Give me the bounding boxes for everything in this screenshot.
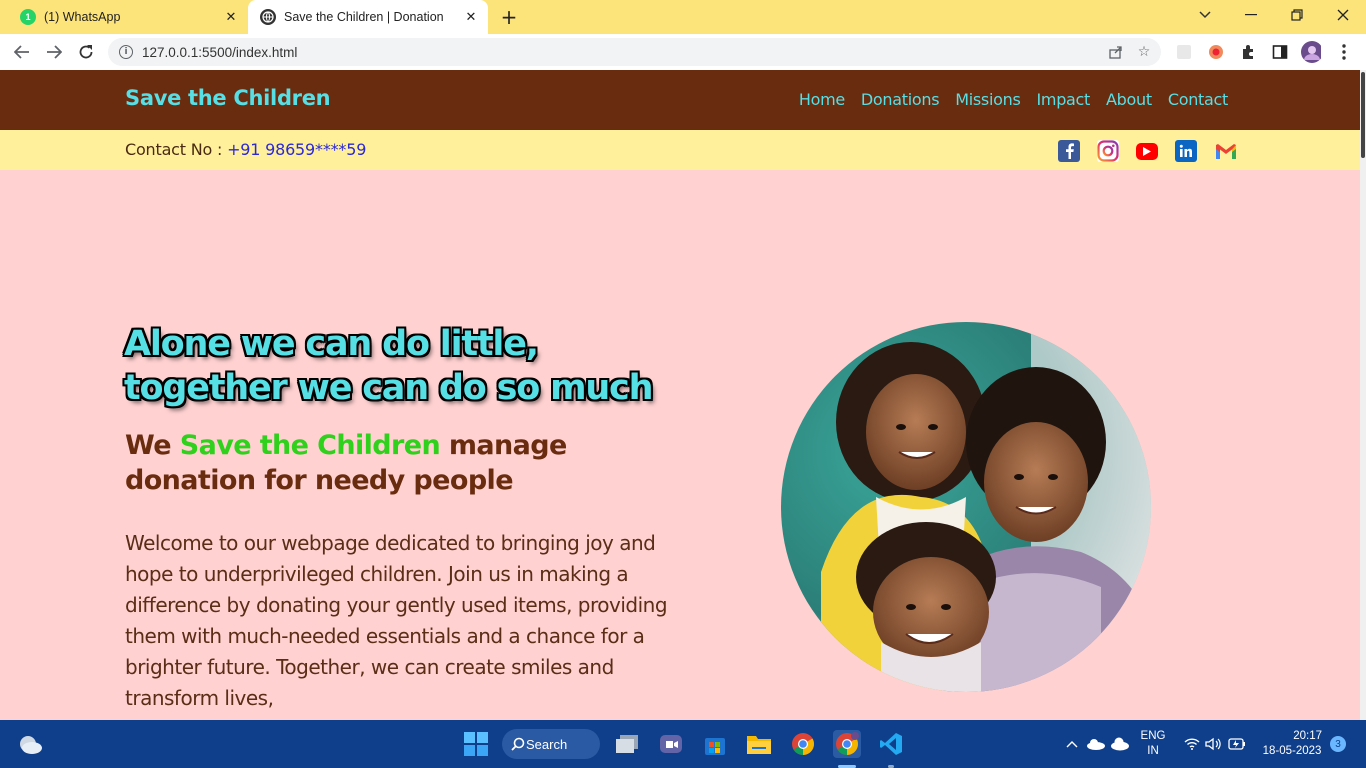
windows-start-icon[interactable] (462, 730, 490, 758)
search-icon (511, 737, 525, 751)
language-bottom: IN (1147, 745, 1159, 757)
tab-title: Save the Children | Donation (284, 10, 444, 24)
nav-impact[interactable]: Impact (1036, 90, 1090, 109)
battery-icon[interactable] (1223, 730, 1251, 758)
hero-sub-highlight: Save the Children (179, 430, 441, 461)
gmail-icon[interactable] (1215, 140, 1237, 162)
taskbar-search-label: Search (526, 736, 568, 752)
youtube-icon[interactable] (1136, 143, 1158, 160)
reload-icon[interactable] (74, 40, 98, 64)
nav-missions[interactable]: Missions (955, 90, 1021, 109)
language-indicator[interactable]: ENG IN (1138, 729, 1168, 759)
clock-date: 18-05-2023 (1262, 745, 1322, 757)
site-brand-logo[interactable]: Save the Children (125, 86, 331, 110)
page-scrollbar[interactable] (1360, 70, 1366, 720)
extension-record-icon[interactable] (1206, 42, 1226, 62)
extension-icon[interactable] (1174, 42, 1194, 62)
notification-badge[interactable]: 3 (1330, 736, 1346, 752)
whatsapp-icon: 1 (20, 9, 36, 25)
hero-title-line-2: together we can do so much (124, 368, 654, 408)
nav-home[interactable]: Home (799, 90, 845, 109)
back-arrow-icon[interactable] (10, 40, 34, 64)
share-icon[interactable] (1105, 41, 1127, 63)
site-header: Save the Children Home Donations Mission… (0, 70, 1360, 130)
contact-bar: Contact No : +91 98659****59 (0, 130, 1360, 170)
windows-taskbar: Search ENG IN 20:17 18-05-2023 (0, 720, 1366, 768)
url-text: 127.0.0.1:5500/index.html (142, 44, 298, 60)
file-explorer-icon[interactable] (745, 730, 773, 758)
nav-donations[interactable]: Donations (861, 90, 940, 109)
facebook-icon[interactable] (1058, 140, 1080, 162)
tab-search-chevron-icon[interactable] (1182, 0, 1228, 30)
hero-description: Welcome to our webpage dedicated to brin… (125, 531, 668, 710)
vscode-icon[interactable] (877, 730, 905, 758)
bookmark-star-icon[interactable]: ☆ (1133, 41, 1155, 63)
hero-sub-pre: We (125, 430, 180, 461)
globe-icon (260, 9, 276, 25)
new-tab-plus-icon[interactable]: + (497, 5, 521, 29)
nav-contact[interactable]: Contact (1168, 90, 1228, 109)
close-icon[interactable]: ✕ (220, 6, 242, 28)
taskbar-search[interactable]: Search (502, 729, 600, 759)
language-top: ENG (1140, 730, 1166, 742)
restore-icon[interactable] (1274, 0, 1320, 30)
contact-label: Contact No : (125, 140, 228, 159)
site-info-icon[interactable]: i (119, 45, 133, 59)
hero-title-line-1: Alone we can do little, (124, 324, 539, 364)
contact-phone-link[interactable]: +91 98659****59 (227, 140, 366, 159)
minimize-icon[interactable] (1228, 0, 1274, 30)
microsoft-store-icon[interactable] (701, 730, 729, 758)
chrome-profile-icon[interactable] (833, 730, 861, 758)
task-view-icon[interactable] (613, 730, 641, 758)
chrome-icon[interactable] (789, 730, 817, 758)
instagram-icon[interactable] (1097, 140, 1119, 162)
teams-meet-icon[interactable] (657, 730, 685, 758)
clock-time: 20:17 (1293, 730, 1322, 742)
forward-arrow-icon[interactable] (42, 40, 66, 64)
close-window-icon[interactable] (1320, 0, 1366, 30)
tab-whatsapp[interactable]: 1 (1) WhatsApp ✕ (8, 0, 248, 34)
close-icon[interactable]: ✕ (460, 6, 482, 28)
browser-tab-strip: 1 (1) WhatsApp ✕ Save the Children | Don… (0, 0, 1366, 34)
puzzle-icon[interactable] (1238, 42, 1258, 62)
browser-toolbar: i 127.0.0.1:5500/index.html ☆ (0, 34, 1366, 70)
tab-save-the-children[interactable]: Save the Children | Donation ✕ (248, 0, 488, 34)
main-nav: Home Donations Missions Impact About Con… (799, 90, 1228, 109)
cloud-sync-icon[interactable] (1106, 730, 1134, 758)
nav-about[interactable]: About (1106, 90, 1152, 109)
children-photo (781, 322, 1151, 692)
contact-info: Contact No : +91 98659****59 (125, 140, 366, 159)
hero-title: Alone we can do little, together we can … (124, 322, 654, 410)
address-bar[interactable]: i 127.0.0.1:5500/index.html ☆ (108, 38, 1161, 66)
clock[interactable]: 20:17 18-05-2023 (1256, 729, 1328, 759)
side-panel-icon[interactable] (1270, 42, 1290, 62)
tab-title: (1) WhatsApp (44, 10, 121, 24)
menu-kebab-icon[interactable] (1334, 42, 1354, 62)
scrollbar-thumb[interactable] (1361, 72, 1365, 158)
profile-avatar[interactable] (1301, 41, 1321, 63)
weather-icon[interactable] (16, 730, 44, 758)
hero-subtitle: We Save the Children manage donation for… (125, 428, 645, 498)
linkedin-icon[interactable] (1175, 140, 1197, 162)
